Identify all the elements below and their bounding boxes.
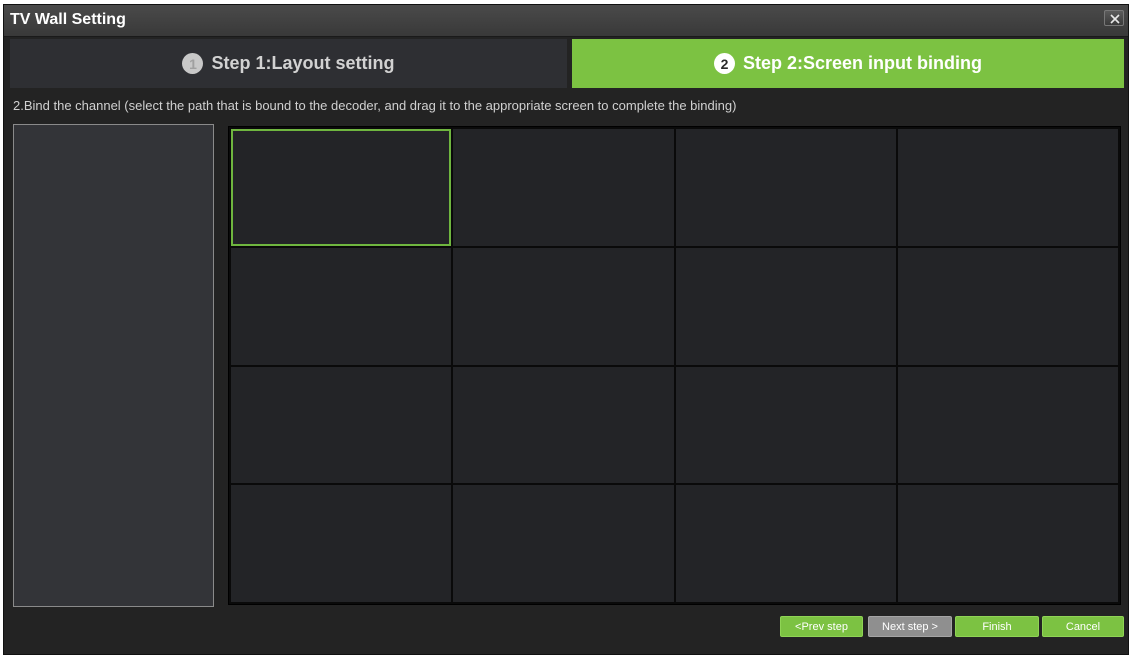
screen-cell-8[interactable] (897, 247, 1118, 365)
screen-cell-2[interactable] (453, 129, 674, 246)
step-1-number-badge: 1 (182, 53, 204, 74)
screen-grid (228, 126, 1121, 605)
screen-cell-6[interactable] (453, 247, 674, 365)
finish-button[interactable]: Finish (955, 616, 1039, 637)
screen-cell-13[interactable] (231, 485, 452, 602)
step-2-number-badge: 2 (713, 53, 735, 74)
close-icon (1110, 14, 1120, 24)
instruction-text: 2.Bind the channel (select the path that… (13, 98, 737, 113)
screen-cell-12[interactable] (897, 366, 1118, 484)
tab-step-1[interactable]: 1 Step 1:Layout setting (10, 39, 567, 88)
cancel-button[interactable]: Cancel (1042, 616, 1124, 637)
screen-cell-14[interactable] (453, 485, 674, 602)
screen-cell-7[interactable] (675, 247, 896, 365)
screen-cell-11[interactable] (675, 366, 896, 484)
tab-step-2[interactable]: 2 Step 2:Screen input binding (572, 39, 1124, 88)
dialog-title: TV Wall Setting (10, 11, 126, 28)
screen-cell-1[interactable] (231, 129, 452, 246)
next-step-button[interactable]: Next step > (868, 616, 952, 637)
screen-cell-4[interactable] (897, 129, 1118, 246)
screen-cell-3[interactable] (675, 129, 896, 246)
channel-list-panel[interactable] (13, 124, 214, 607)
screen-cell-5[interactable] (231, 247, 452, 365)
screen-cell-15[interactable] (675, 485, 896, 602)
step-1-label: Step 1:Layout setting (211, 53, 395, 73)
prev-step-button[interactable]: <Prev step (780, 616, 863, 637)
screen-cell-10[interactable] (453, 366, 674, 484)
screen-cell-9[interactable] (231, 366, 452, 484)
title-bar: TV Wall Setting (4, 5, 1128, 37)
step-2-label: Step 2:Screen input binding (742, 53, 982, 73)
close-button[interactable] (1104, 10, 1124, 26)
screen-cell-16[interactable] (897, 485, 1118, 602)
